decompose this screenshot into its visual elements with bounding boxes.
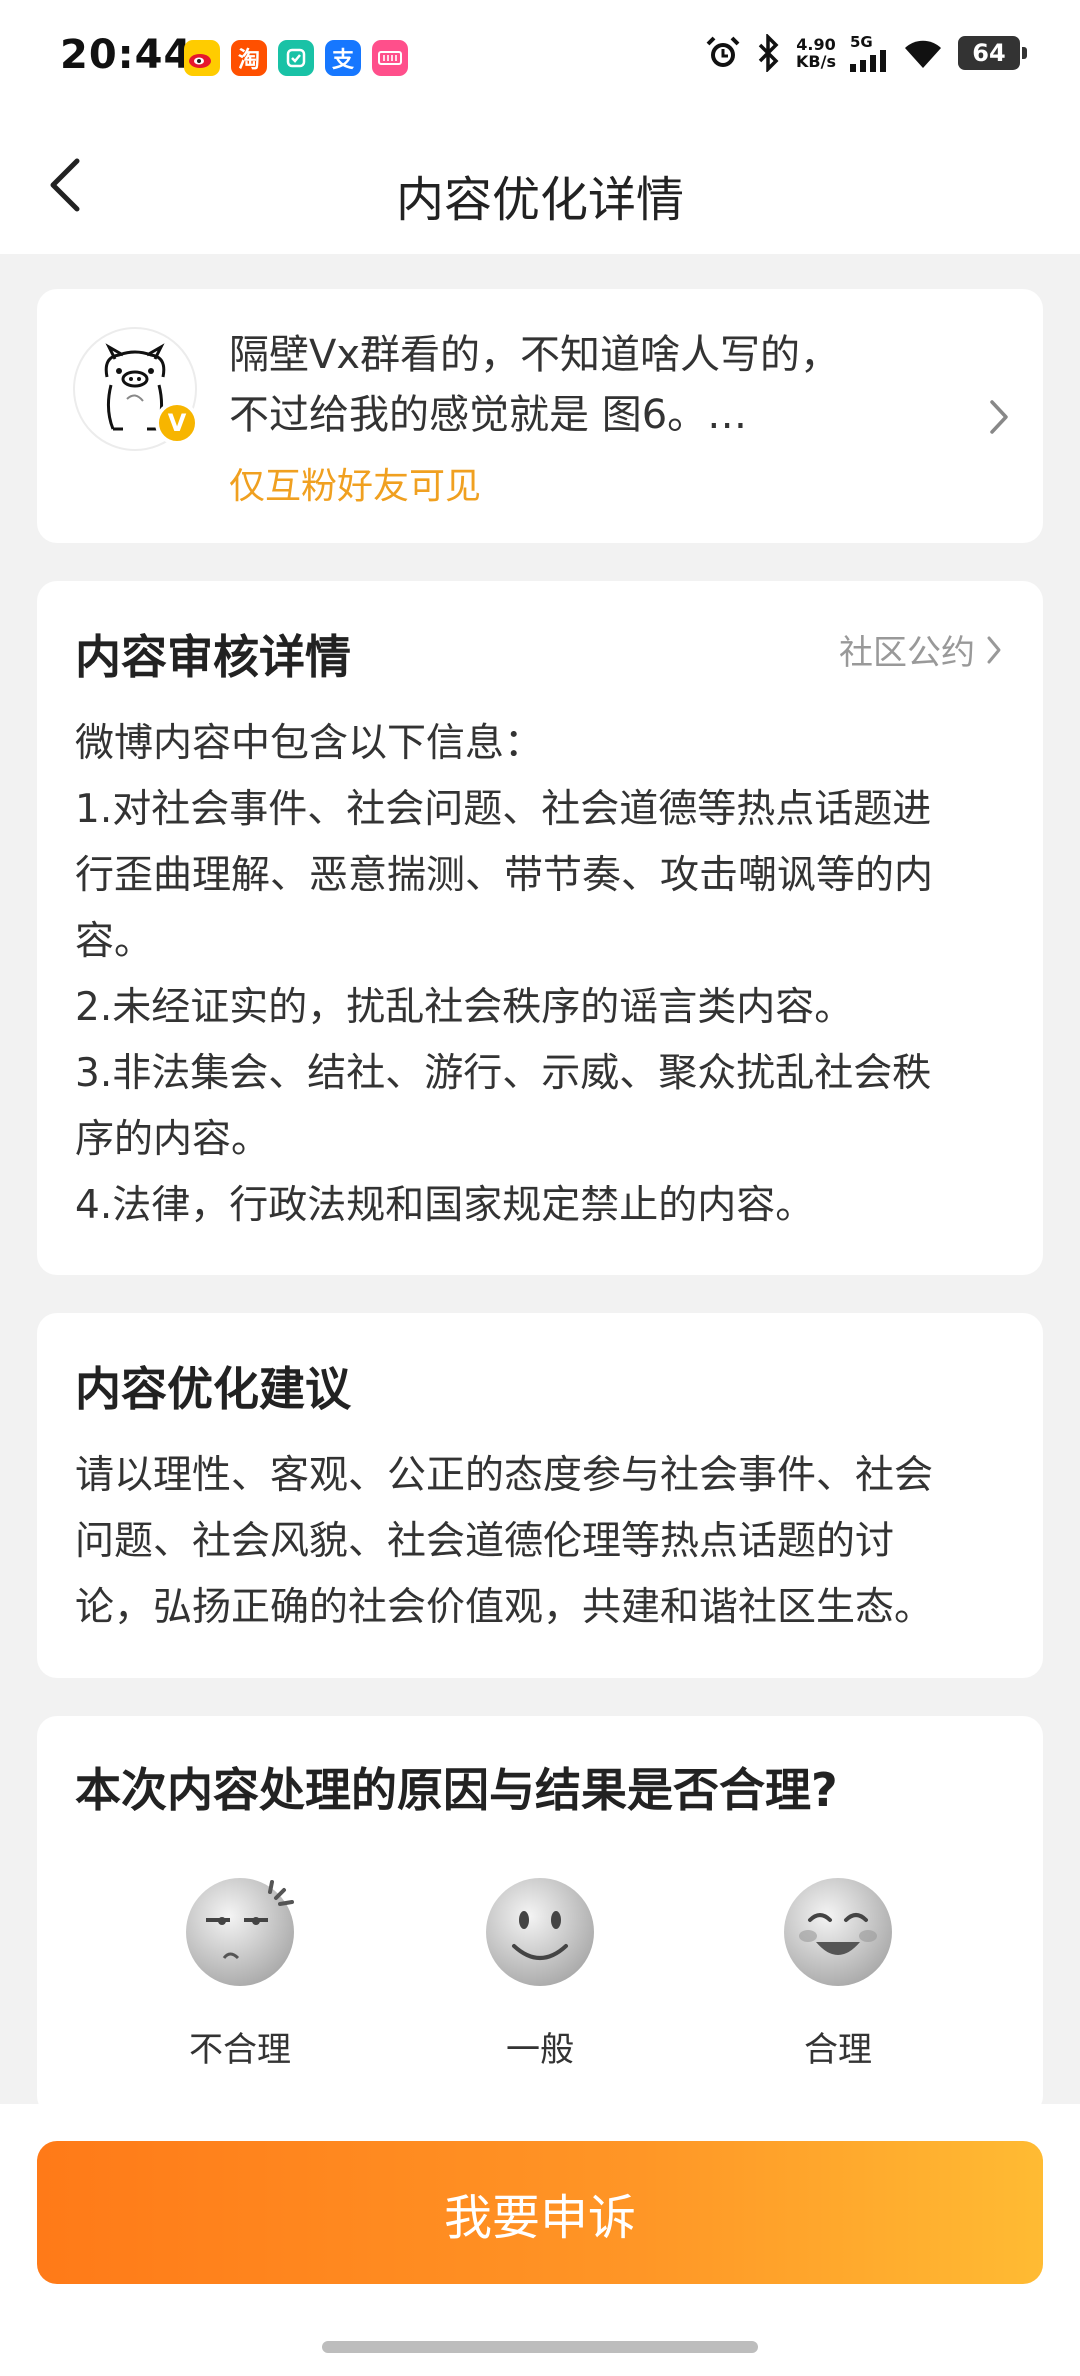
happy-face-icon xyxy=(784,1878,892,1986)
text-line: 1.对社会事件、社会问题、社会道德等热点话题进 xyxy=(75,787,932,832)
post-card[interactable]: V 隔壁Vx群看的，不知道啥人写的， 不过给我的感觉就是 图6。… 仅互粉好友可… xyxy=(37,289,1043,543)
angry-face-icon xyxy=(186,1878,294,1986)
app-icon xyxy=(278,40,314,76)
text-line: 序的内容。 xyxy=(75,1117,271,1162)
text-line: 问题、社会风貌、社会道德伦理等热点话题的讨 xyxy=(75,1519,895,1564)
feedback-question: 本次内容处理的原因与结果是否合理? xyxy=(75,1763,838,1817)
app-icon xyxy=(372,40,408,76)
status-bar: 20:44 淘 支 4.90 KB/s 5G 64 xyxy=(0,0,1080,120)
text-line: 请以理性、客观、公正的态度参与社会事件、社会 xyxy=(75,1453,934,1498)
status-indicators: 4.90 KB/s 5G 64 xyxy=(704,34,1027,72)
community-rules-link[interactable]: 社区公约 xyxy=(839,625,1003,674)
alarm-icon xyxy=(706,36,740,67)
feedback-option-unreasonable[interactable]: 不合理 xyxy=(140,1876,340,2071)
cell-signal: 5G xyxy=(850,34,888,72)
review-details-card: 内容审核详情 社区公约 微博内容中包含以下信息： 1.对社会事件、社会问题、社会… xyxy=(37,581,1043,1275)
battery-icon: 64 xyxy=(958,36,1027,70)
nav-bar: 内容优化详情 xyxy=(0,120,1080,254)
feedback-option-average[interactable]: 一般 xyxy=(440,1876,640,2071)
text-line: 容。 xyxy=(75,919,154,964)
section-title: 内容审核详情 xyxy=(75,630,351,684)
text-line: 3.非法集会、结社、游行、示威、聚众扰乱社会秩 xyxy=(75,1051,932,1096)
network-speed: 4.90 KB/s xyxy=(796,35,836,71)
feedback-option-reasonable[interactable]: 合理 xyxy=(738,1876,938,2071)
wifi-icon xyxy=(905,40,941,68)
status-time: 20:44 xyxy=(60,32,193,78)
text-line: 行歪曲理解、恶意揣测、带节奏、攻击嘲讽等的内 xyxy=(75,853,934,898)
section-title: 内容优化建议 xyxy=(75,1362,351,1416)
suggestion-content: 请以理性、客观、公正的态度参与社会事件、社会 问题、社会风貌、社会道德伦理等热点… xyxy=(75,1443,1003,1641)
verified-badge-icon: V xyxy=(155,401,199,445)
appeal-button[interactable]: 我要申诉 xyxy=(37,2141,1043,2284)
weibo-app-icon xyxy=(184,40,220,76)
text-line: 2.未经证实的，扰乱社会秩序的谣言类内容。 xyxy=(75,985,854,1030)
post-visibility: 仅互粉好友可见 xyxy=(229,466,482,507)
optimization-suggestion-card: 内容优化建议 请以理性、客观、公正的态度参与社会事件、社会 问题、社会风貌、社会… xyxy=(37,1313,1043,1678)
feedback-option-label: 一般 xyxy=(506,2030,574,2070)
review-content: 微博内容中包含以下信息： 1.对社会事件、社会问题、社会道德等热点话题进 行歪曲… xyxy=(75,711,1003,1239)
page-title: 内容优化详情 xyxy=(395,172,684,228)
text-line: 4.法律，行政法规和国家规定禁止的内容。 xyxy=(75,1183,815,1228)
bluetooth-icon xyxy=(758,34,779,72)
text-line: 微博内容中包含以下信息： xyxy=(75,721,544,766)
taobao-app-icon: 淘 xyxy=(231,40,267,76)
neutral-face-icon xyxy=(486,1878,594,1986)
feedback-option-label: 合理 xyxy=(804,2030,872,2070)
chevron-right-icon xyxy=(987,636,1001,663)
feedback-card: 本次内容处理的原因与结果是否合理? 不合理 一般 合理 xyxy=(37,1716,1043,2116)
signal-bars-icon xyxy=(850,49,886,72)
post-excerpt: 隔壁Vx群看的，不知道啥人写的， 不过给我的感觉就是 图6。… xyxy=(229,332,841,438)
feedback-option-label: 不合理 xyxy=(189,2030,291,2070)
text-line: 论，弘扬正确的社会价值观，共建和谐社区生态。 xyxy=(75,1585,934,1630)
alipay-app-icon: 支 xyxy=(325,40,361,76)
home-indicator[interactable] xyxy=(322,2341,758,2353)
chevron-right-icon xyxy=(990,400,1008,434)
notification-icons: 淘 支 xyxy=(184,40,408,76)
